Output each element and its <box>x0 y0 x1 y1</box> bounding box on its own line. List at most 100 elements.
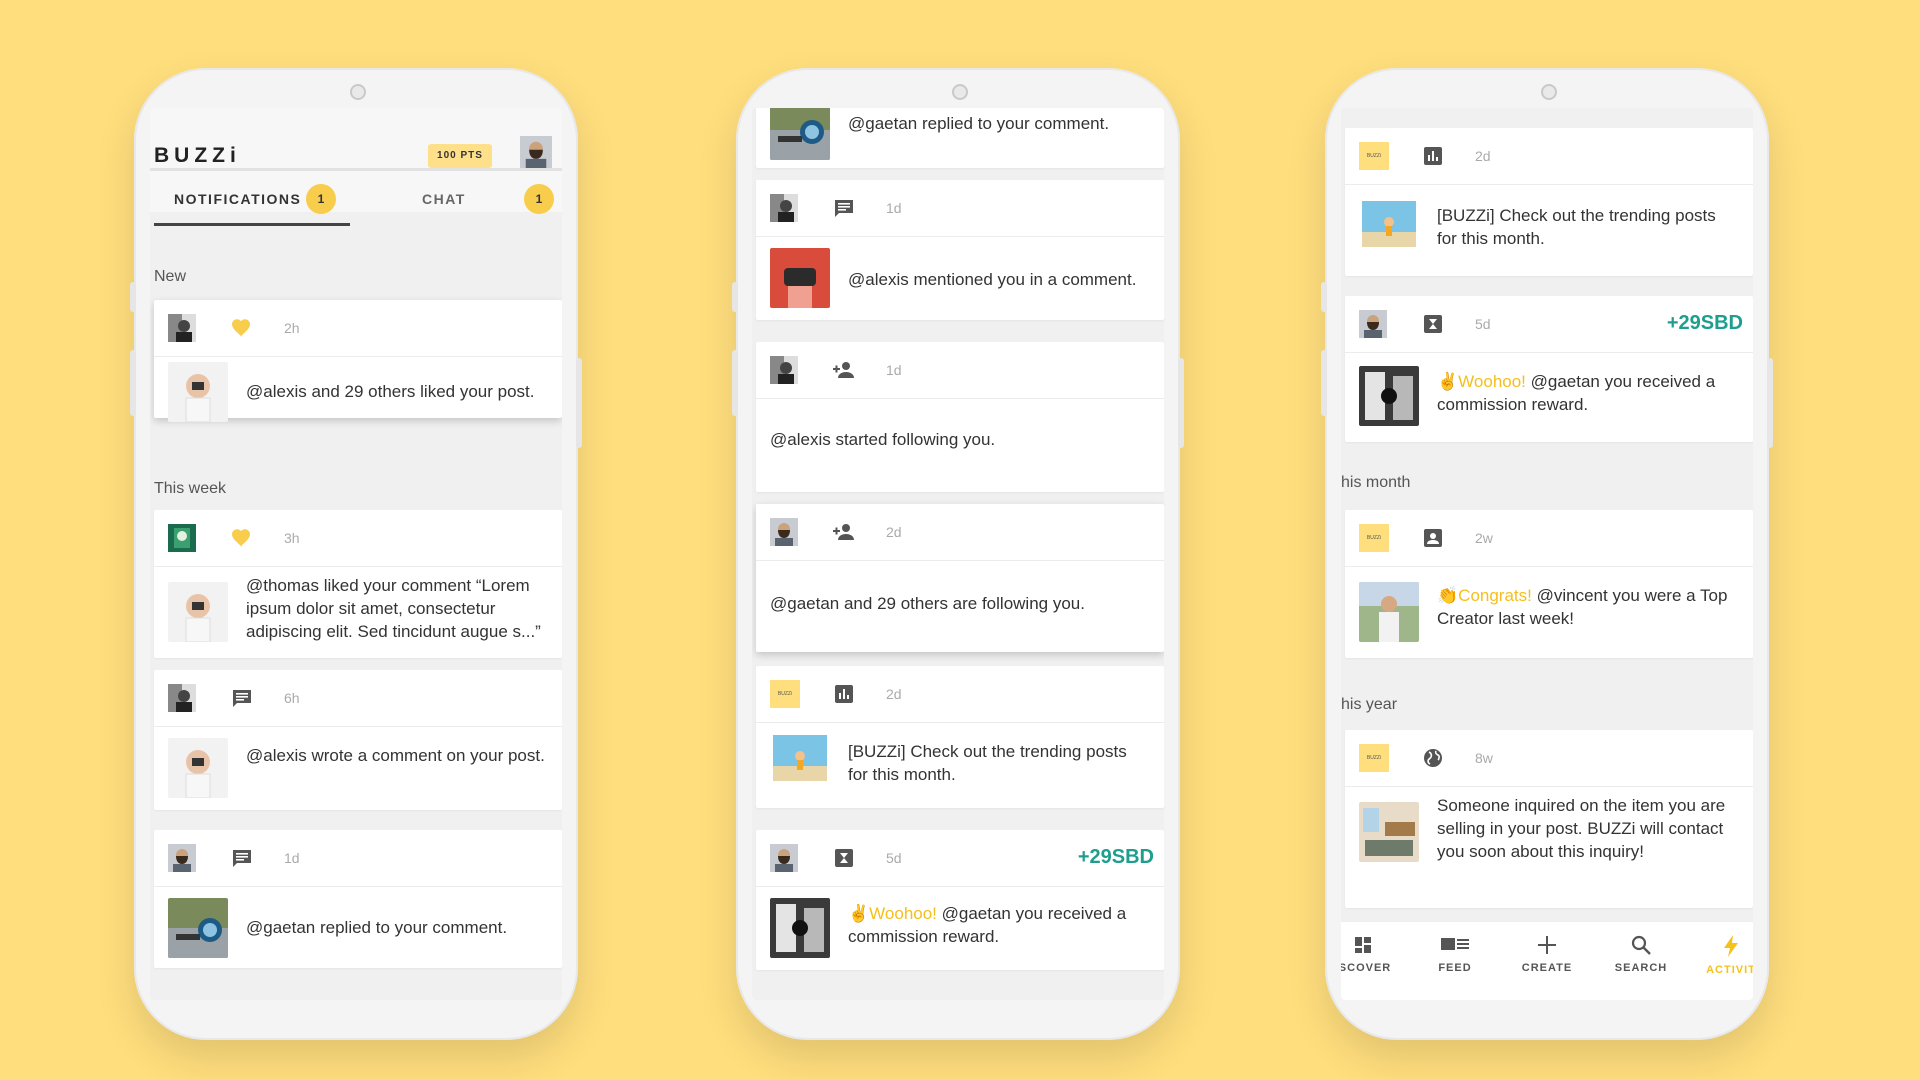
avatar <box>168 844 196 872</box>
nav-discover[interactable]: ISCOVER <box>1341 934 1403 974</box>
post-thumbnail <box>168 738 228 798</box>
notification-text: ✌Woohoo! @gaetan you received a commissi… <box>1437 370 1739 416</box>
notification-card[interactable]: @gaetan replied to your comment. <box>756 108 1164 168</box>
notifications-count-badge: 1 <box>306 184 336 214</box>
post-thumbnail <box>1359 198 1419 258</box>
post-thumbnail <box>770 248 830 308</box>
reward-icon <box>832 846 856 870</box>
notification-text: @alexis wrote a comment on your post. <box>246 746 545 765</box>
plus-icon <box>1538 936 1556 954</box>
notification-text: @gaetan and 29 others are following you. <box>770 594 1085 613</box>
phone-activity: BUZZi 2d [BUZZi] Check out the trending … <box>1321 68 1773 1040</box>
avatar <box>168 684 196 712</box>
reward-amount: +29SBD <box>1077 846 1154 868</box>
notification-text: [BUZZi] Check out the trending posts for… <box>1437 206 1716 248</box>
notification-card[interactable]: 2h @alexis and 29 others liked your post… <box>154 300 562 418</box>
profile-avatar[interactable] <box>520 136 552 168</box>
post-thumbnail <box>1359 582 1419 642</box>
post-thumbnail <box>770 732 830 792</box>
heart-icon <box>230 316 254 340</box>
post-thumbnail <box>1359 802 1419 862</box>
avatar <box>770 844 798 872</box>
highlight-text: 👏Congrats! <box>1437 586 1532 605</box>
post-thumbnail <box>1359 366 1419 426</box>
comment-icon <box>832 196 856 220</box>
nav-search[interactable]: SEARCH <box>1601 934 1681 974</box>
bottom-navigation: ISCOVER FEED CREATE SEARCH ACTIVIT <box>1341 921 1753 1000</box>
nav-feed-label: FEED <box>1438 962 1472 974</box>
timestamp: 1d <box>284 850 300 866</box>
notification-card[interactable]: 5d +29SBD ✌Woohoo! @gaetan you received … <box>756 830 1164 970</box>
notification-text: @alexis started following you. <box>770 430 996 449</box>
post-thumbnail <box>168 582 228 642</box>
nav-activity[interactable]: ACTIVIT <box>1691 934 1753 976</box>
notification-text: [BUZZi] Check out the trending posts for… <box>848 742 1127 784</box>
tab-chat[interactable]: CHAT 1 <box>350 171 562 223</box>
section-new: New <box>154 268 187 285</box>
notification-card[interactable]: 1d @alexis mentioned you in a comment. <box>756 180 1164 320</box>
buzzi-logo-badge: BUZZi <box>770 680 800 708</box>
avatar <box>770 194 798 222</box>
post-thumbnail <box>168 898 228 958</box>
notification-card[interactable]: 3h @thomas liked your comment “Lorem ips… <box>154 510 562 658</box>
timestamp: 5d <box>1475 316 1491 332</box>
reward-amount: +29SBD <box>1666 312 1743 334</box>
notification-card[interactable]: BUZZi 8w Someone inquired on the item yo… <box>1345 730 1753 908</box>
notification-text: Someone inquired on the item you are sel… <box>1437 796 1726 861</box>
avatar <box>168 314 196 342</box>
timestamp: 6h <box>284 690 300 706</box>
notification-card[interactable]: BUZZi 2d [BUZZi] Check out the trending … <box>1345 128 1753 276</box>
feed-icon <box>1441 938 1469 950</box>
person-add-icon <box>832 358 856 382</box>
post-thumbnail <box>770 108 830 160</box>
phone-notifications: BUZZi 100 PTS NOTIFICATIONS 1 CHAT 1 New… <box>130 68 582 1040</box>
screen-3: BUZZi 2d [BUZZi] Check out the trending … <box>1341 108 1753 1000</box>
notification-text: @alexis mentioned you in a comment. <box>848 270 1137 289</box>
notification-card[interactable]: 6h @alexis wrote a comment on your post. <box>154 670 562 810</box>
bar-chart-icon <box>1421 144 1445 168</box>
tab-bar: NOTIFICATIONS 1 CHAT 1 <box>150 168 562 226</box>
notification-text: @gaetan replied to your comment. <box>848 114 1110 133</box>
timestamp: 2d <box>886 524 902 540</box>
comment-icon <box>230 846 254 870</box>
chat-count-badge: 1 <box>524 184 554 214</box>
screen-1: BUZZi 100 PTS NOTIFICATIONS 1 CHAT 1 New… <box>150 108 562 1000</box>
phone-notifications-scrolled: @gaetan replied to your comment. 1d @ale… <box>732 68 1184 1040</box>
notification-card[interactable]: 1d @alexis started following you. <box>756 342 1164 492</box>
comment-icon <box>230 686 254 710</box>
avatar <box>770 356 798 384</box>
discover-icon <box>1355 937 1371 953</box>
timestamp: 2w <box>1475 530 1493 546</box>
bolt-icon <box>1724 935 1738 957</box>
post-thumbnail <box>770 898 830 958</box>
notification-card[interactable]: 1d @gaetan replied to your comment. <box>154 830 562 968</box>
avatar <box>770 518 798 546</box>
timestamp: 1d <box>886 362 902 378</box>
tab-notifications-label: NOTIFICATIONS <box>174 191 302 207</box>
notification-card[interactable]: 5d +29SBD ✌Woohoo! @gaetan you received … <box>1345 296 1753 442</box>
nav-create[interactable]: CREATE <box>1507 934 1587 974</box>
timestamp: 8w <box>1475 750 1493 766</box>
nav-discover-label: ISCOVER <box>1341 962 1392 974</box>
notification-text: @alexis and 29 others liked your post. <box>246 382 535 401</box>
notification-text: @gaetan replied to your comment. <box>246 918 508 937</box>
account-box-icon <box>1421 526 1445 550</box>
section-this-year: his year <box>1341 696 1398 713</box>
notification-card[interactable]: BUZZi 2w 👏Congrats! @vincent you were a … <box>1345 510 1753 658</box>
camera-icon <box>952 84 968 100</box>
nav-feed[interactable]: FEED <box>1415 934 1495 974</box>
timestamp: 2h <box>284 320 300 336</box>
highlight-text: ✌Woohoo! <box>848 904 937 923</box>
notification-text: 👏Congrats! @vincent you were a Top Creat… <box>1437 584 1739 630</box>
section-this-month: his month <box>1341 474 1411 491</box>
notification-card[interactable]: BUZZi 2d [BUZZi] Check out the trending … <box>756 666 1164 808</box>
avatar <box>168 524 196 552</box>
points-badge[interactable]: 100 PTS <box>428 144 492 168</box>
notification-text: @thomas liked your comment “Lorem ipsum … <box>246 576 541 641</box>
camera-icon <box>1541 84 1557 100</box>
camera-icon <box>350 84 366 100</box>
tab-notifications[interactable]: NOTIFICATIONS 1 <box>154 171 350 226</box>
heart-icon <box>230 526 254 550</box>
notification-card[interactable]: 2d @gaetan and 29 others are following y… <box>756 504 1164 652</box>
timestamp: 1d <box>886 200 902 216</box>
